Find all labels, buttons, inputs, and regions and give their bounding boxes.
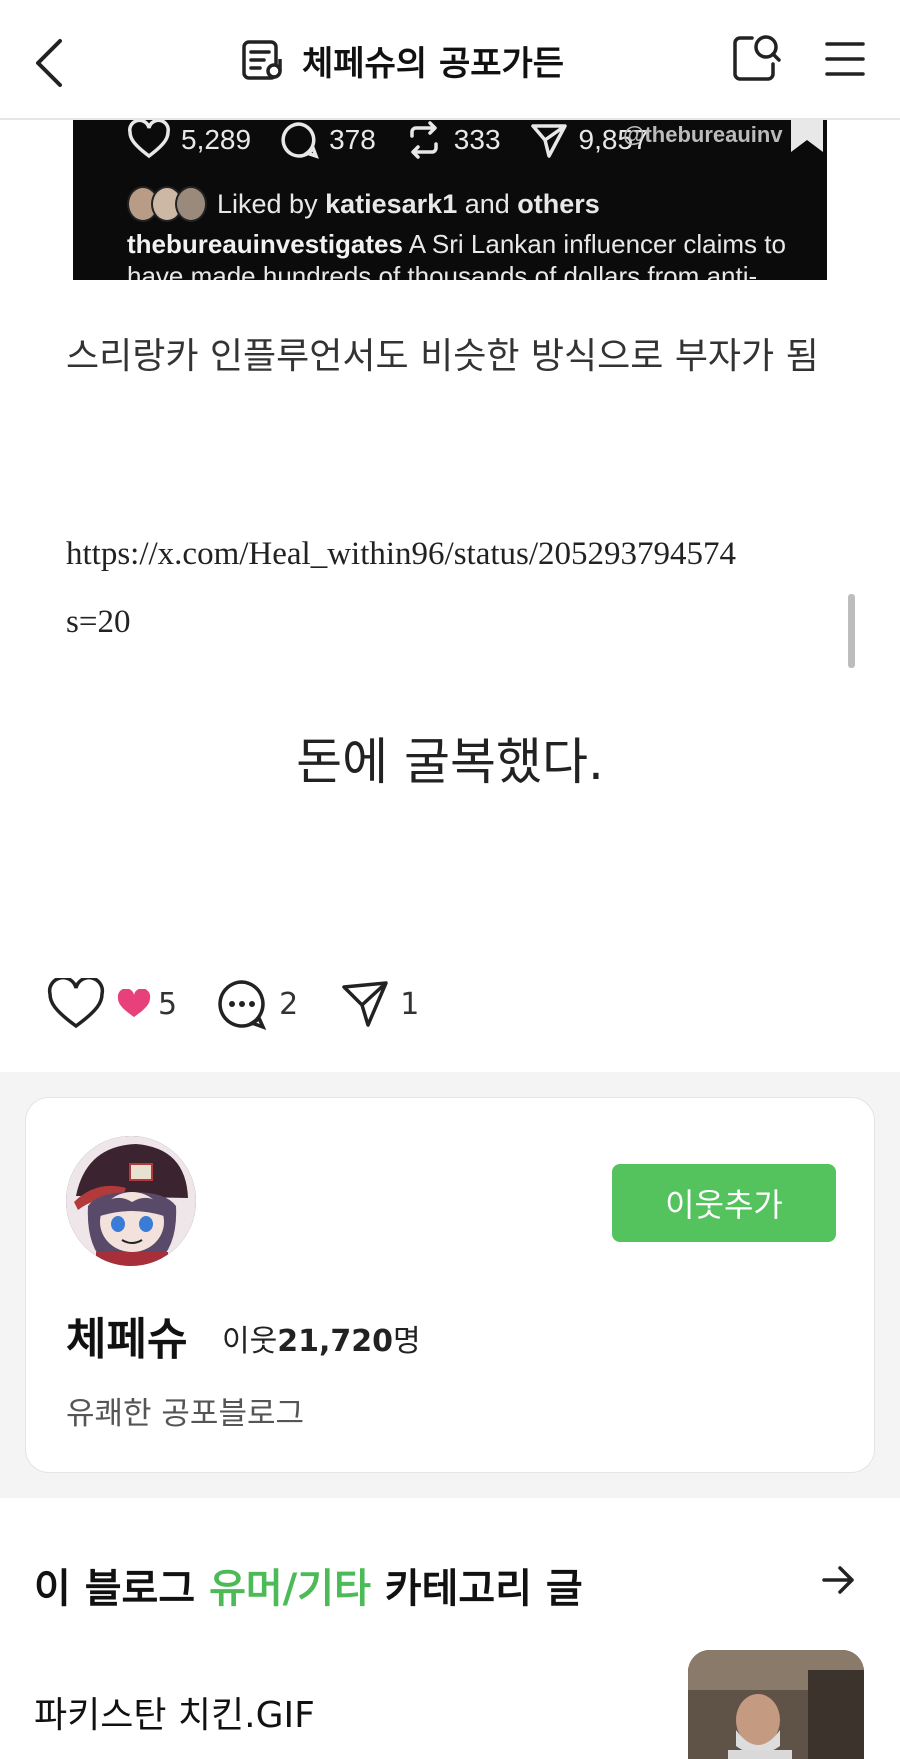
profile-card: 이웃추가 체페슈 이웃21,720명 유쾌한 공포블로그 bbox=[25, 1097, 875, 1473]
search-icon bbox=[733, 35, 781, 81]
send-icon bbox=[530, 124, 567, 158]
embed-repost-count: 333 bbox=[453, 124, 501, 155]
liked-by-avatars bbox=[127, 186, 207, 222]
send-icon bbox=[342, 981, 388, 1027]
embedded-post-image[interactable]: 5,289 378 333 9,857 @thebureauinv Liked … bbox=[73, 120, 827, 280]
profile-description: 유쾌한 공포블로그 bbox=[66, 1396, 305, 1432]
embed-like-count: 5,289 bbox=[181, 124, 252, 155]
embed-liked-by: Liked by katiesark1 and others bbox=[127, 186, 600, 222]
heart-outline-icon bbox=[128, 120, 170, 159]
like-button[interactable] bbox=[46, 978, 106, 1030]
related-post-thumbnail[interactable] bbox=[688, 1650, 864, 1759]
back-button[interactable] bbox=[30, 35, 80, 91]
neighbor-count[interactable]: 이웃21,720명 bbox=[222, 1316, 421, 1360]
embed-caption: thebureauinvestigates A Sri Lankan influ… bbox=[127, 229, 786, 280]
search-button[interactable] bbox=[730, 32, 782, 90]
category-heading[interactable]: 이 블로그 유머/기타 카테고리 글 bbox=[34, 1556, 583, 1614]
comment-count: 2 bbox=[279, 986, 299, 1022]
menu-button[interactable] bbox=[822, 36, 868, 86]
post-centered-text: 돈에 굴복했다. bbox=[296, 733, 604, 791]
post-link[interactable]: https://x.com/Heal_within96/status/20529… bbox=[66, 520, 856, 656]
menu-icon bbox=[825, 42, 865, 76]
heart-filled-icon bbox=[117, 989, 151, 1017]
blog-title-link[interactable]: 체페슈의 공포가든 bbox=[240, 30, 564, 90]
bookmark-icon bbox=[791, 120, 823, 152]
embed-comment-count: 378 bbox=[329, 124, 376, 155]
like-count-badge[interactable]: 5 bbox=[116, 987, 177, 1022]
like-count: 5 bbox=[158, 986, 178, 1022]
comment-bubble-icon bbox=[281, 122, 320, 159]
comment-icon bbox=[218, 980, 267, 1031]
arrow-right-icon bbox=[822, 1566, 854, 1594]
top-app-bar: 체페슈의 공포가든 bbox=[0, 0, 900, 120]
chevron-left-icon bbox=[36, 39, 62, 87]
blog-list-icon bbox=[242, 40, 282, 80]
share-button[interactable]: 1 bbox=[340, 979, 419, 1029]
comment-button[interactable]: 2 bbox=[215, 977, 298, 1031]
horizontal-scroll-indicator[interactable] bbox=[848, 594, 855, 668]
heart-outline-icon bbox=[47, 978, 105, 1029]
reaction-bar: 5 2 1 bbox=[46, 972, 419, 1036]
repost-icon bbox=[410, 121, 438, 159]
blog-title: 체페슈의 공포가든 bbox=[302, 43, 565, 84]
thumbnail-image bbox=[688, 1650, 864, 1759]
category-more-button[interactable] bbox=[820, 1564, 856, 1600]
related-post-title[interactable]: 파키스탄 치킨.GIF bbox=[34, 1686, 315, 1738]
share-count: 1 bbox=[400, 986, 420, 1022]
add-neighbor-button[interactable]: 이웃추가 bbox=[612, 1164, 836, 1242]
profile-name[interactable]: 체페슈 bbox=[66, 1303, 187, 1367]
embed-stats-row: 5,289 378 333 9,857 bbox=[127, 120, 677, 160]
embed-handle-watermark: @thebureauinv bbox=[623, 122, 783, 147]
avatar-illustration bbox=[66, 1136, 196, 1266]
post-paragraph: 스리랑카 인플루언서도 비슷한 방식으로 부자가 됨 bbox=[66, 336, 819, 377]
avatar[interactable] bbox=[66, 1136, 196, 1266]
